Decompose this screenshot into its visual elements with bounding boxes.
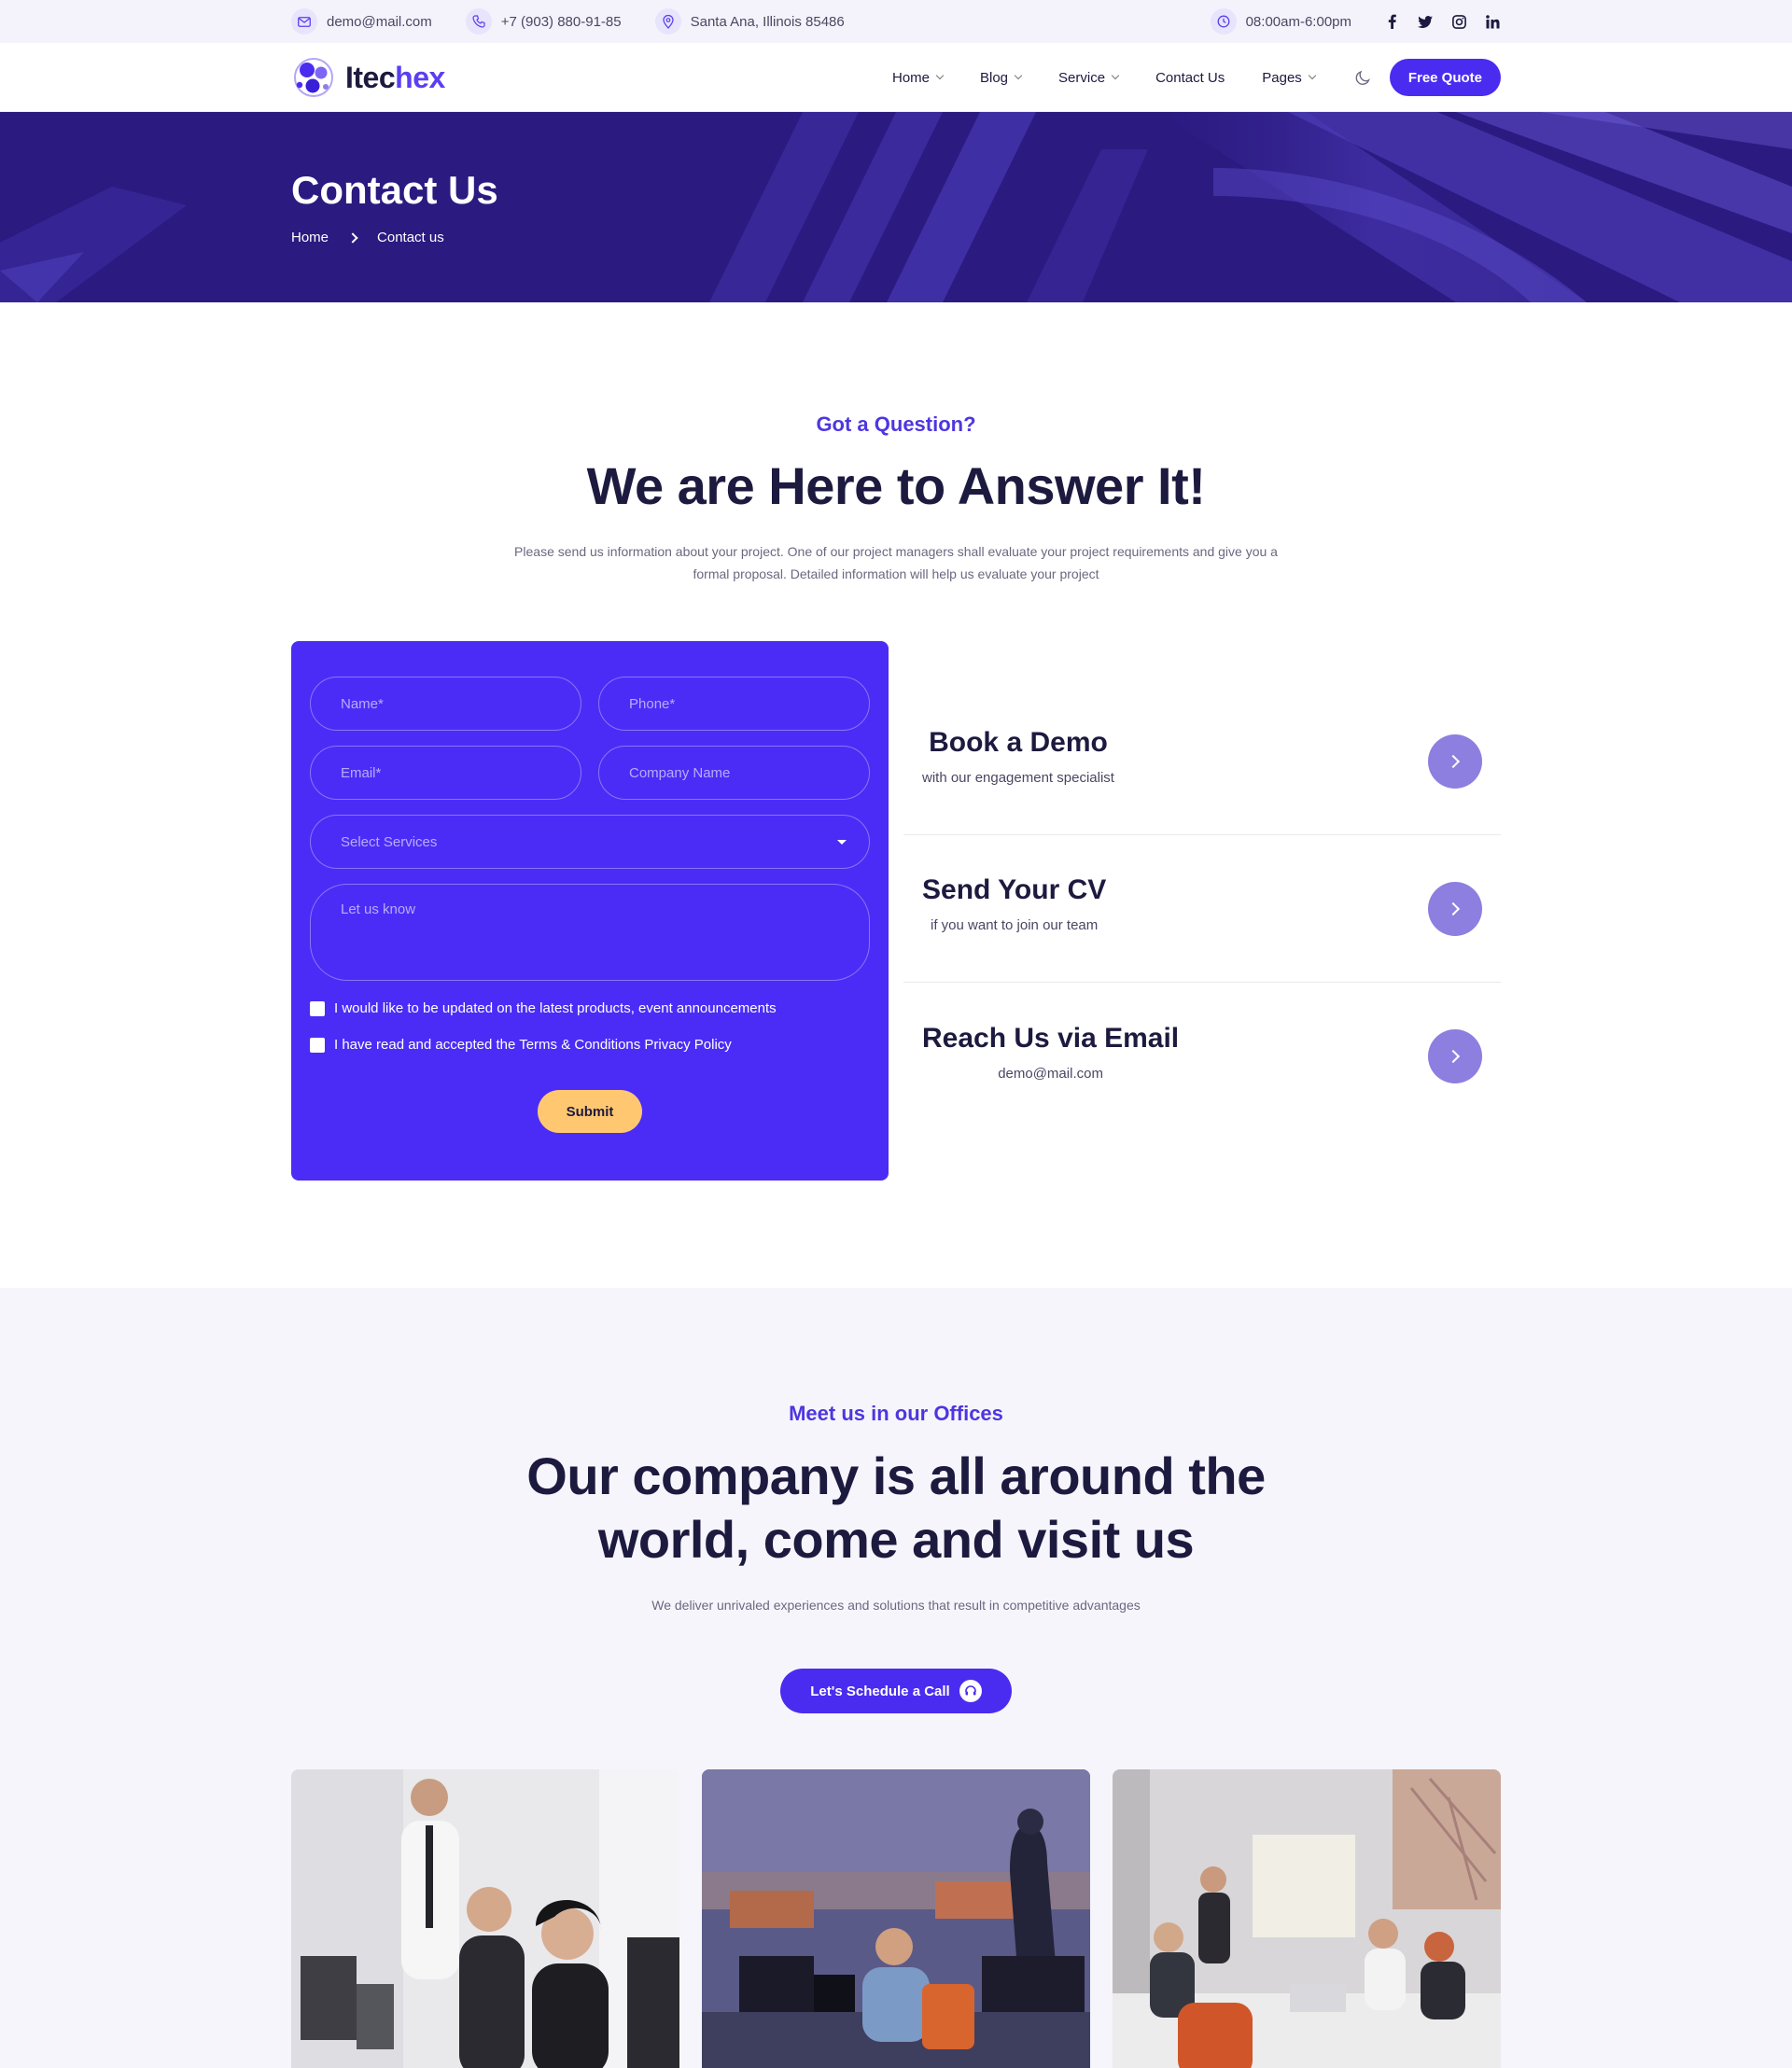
social-links (1383, 13, 1501, 30)
nav-blog-label: Blog (980, 69, 1009, 86)
offices-section: Meet us in our Offices Our company is al… (0, 1288, 1792, 2068)
topbar-email[interactable]: demo@mail.com (291, 8, 432, 35)
contact-actions: Book a Demo with our engagement speciali… (903, 641, 1501, 1181)
email-input[interactable] (310, 746, 581, 800)
updates-checkbox-row[interactable]: I would like to be updated on the latest… (310, 1000, 870, 1016)
nav-home[interactable]: Home (891, 69, 945, 86)
topbar-address-text: Santa Ana, Illinois 85486 (690, 13, 845, 30)
map-pin-icon (654, 8, 681, 35)
services-select-value: Select Services (341, 833, 438, 850)
services-select[interactable]: Select Services (310, 815, 870, 869)
section-lead: Please send us information about your pr… (514, 544, 1278, 581)
contact-row: Select Services I would like to be updat… (291, 641, 1501, 1181)
headset-icon (959, 1680, 982, 1702)
arrow-right-icon[interactable] (1428, 881, 1482, 936)
offices-eyebrow: Meet us in our Offices (789, 1402, 1003, 1425)
terms-checkbox-label: I have read and accepted the Terms & Con… (334, 1037, 732, 1053)
book-demo-card[interactable]: Book a Demo with our engagement speciali… (903, 688, 1501, 835)
chevron-down-icon (1111, 71, 1120, 80)
contact-form: Select Services I would like to be updat… (291, 641, 889, 1181)
arrow-right-icon[interactable] (1428, 1029, 1482, 1083)
chevron-down-icon (1308, 71, 1317, 80)
nav-home-label: Home (891, 69, 930, 86)
breadcrumb: Home Contact us (291, 230, 1501, 245)
main-header: Itechex Home Blog Service Contact Us Pag… (0, 43, 1792, 112)
schedule-call-label: Let's Schedule a Call (810, 1683, 950, 1699)
nav-service-label: Service (1058, 69, 1106, 86)
nav-contact-label: Contact Us (1155, 69, 1225, 86)
page-hero: Contact Us Home Contact us (0, 112, 1792, 302)
contact-section: Got a Question? We are Here to Answer It… (0, 302, 1792, 1181)
nav-blog[interactable]: Blog (980, 69, 1023, 86)
chevron-right-icon (347, 231, 358, 244)
name-input[interactable] (310, 677, 581, 731)
updates-checkbox-label: I would like to be updated on the latest… (334, 1000, 777, 1016)
phone-input[interactable] (598, 677, 870, 731)
breadcrumb-home[interactable]: Home (291, 230, 329, 245)
action-title: Send Your CV (922, 874, 1107, 905)
chevron-down-icon (935, 71, 945, 80)
offices-title: Our company is all around the world, com… (291, 1445, 1501, 1572)
clock-icon (1210, 8, 1237, 35)
brand-name: Itechex (345, 61, 445, 95)
nav-service[interactable]: Service (1058, 69, 1120, 86)
main-nav: Home Blog Service Contact Us Pages Free … (855, 59, 1501, 96)
topbar-phone[interactable]: +7 (903) 880-91-85 (465, 8, 622, 35)
page-title: Contact Us (291, 168, 498, 212)
brand-logo[interactable]: Itechex (291, 55, 445, 100)
brand-name-part-a: Itec (345, 60, 396, 94)
dark-mode-toggle-icon[interactable] (1354, 68, 1373, 87)
logo-icon (291, 55, 336, 100)
brand-name-part-b: hex (395, 60, 445, 94)
office-photos (291, 1769, 1501, 2068)
office-photo-workspace (702, 1769, 1090, 2068)
office-photo-meeting (1113, 1769, 1501, 2068)
submit-button[interactable]: Submit (538, 1090, 642, 1133)
free-quote-button[interactable]: Free Quote (1389, 59, 1501, 96)
facebook-icon[interactable] (1383, 13, 1400, 30)
office-photo-team (291, 1769, 679, 2068)
action-subtitle: if you want to join our team (931, 917, 1099, 933)
updates-checkbox[interactable] (310, 1000, 325, 1016)
schedule-call-button[interactable]: Let's Schedule a Call (780, 1669, 1012, 1713)
section-title: We are Here to Answer It! (586, 456, 1206, 515)
action-title: Reach Us via Email (922, 1022, 1180, 1054)
offices-title-line-2: world, come and visit us (597, 1510, 1195, 1569)
nav-contact[interactable]: Contact Us (1155, 70, 1225, 86)
offices-lead: We deliver unrivaled experiences and sol… (651, 1598, 1141, 1613)
terms-checkbox-row[interactable]: I have read and accepted the Terms & Con… (310, 1037, 870, 1053)
action-title: Book a Demo (929, 727, 1108, 758)
section-eyebrow: Got a Question? (816, 412, 976, 436)
nav-pages[interactable]: Pages (1262, 69, 1317, 86)
action-subtitle: with our engagement specialist (922, 770, 1114, 786)
linkedin-icon[interactable] (1484, 13, 1501, 30)
send-cv-card[interactable]: Send Your CV if you want to join our tea… (903, 835, 1501, 983)
company-input[interactable] (598, 746, 870, 800)
twitter-icon[interactable] (1417, 13, 1434, 30)
topbar-email-text: demo@mail.com (327, 13, 432, 30)
nav-pages-label: Pages (1262, 69, 1302, 86)
chevron-down-icon (1014, 71, 1023, 80)
arrow-right-icon[interactable] (1428, 734, 1482, 789)
top-bar: demo@mail.com +7 (903) 880-91-85 Santa A… (0, 0, 1792, 43)
terms-checkbox[interactable] (310, 1037, 325, 1053)
phone-icon (465, 8, 492, 35)
reach-email-card[interactable]: Reach Us via Email demo@mail.com (903, 983, 1501, 1130)
action-subtitle: demo@mail.com (998, 1065, 1103, 1082)
offices-title-line-1: Our company is all around the (526, 1446, 1266, 1505)
topbar-phone-text: +7 (903) 880-91-85 (500, 13, 622, 30)
topbar-hours: 08:00am-6:00pm (1210, 8, 1351, 35)
topbar-hours-text: 08:00am-6:00pm (1245, 13, 1351, 30)
instagram-icon[interactable] (1450, 13, 1467, 30)
message-textarea[interactable] (310, 884, 870, 981)
mail-icon (291, 8, 317, 35)
breadcrumb-current: Contact us (377, 230, 444, 245)
caret-down-icon (837, 840, 847, 845)
topbar-address: Santa Ana, Illinois 85486 (654, 8, 845, 35)
